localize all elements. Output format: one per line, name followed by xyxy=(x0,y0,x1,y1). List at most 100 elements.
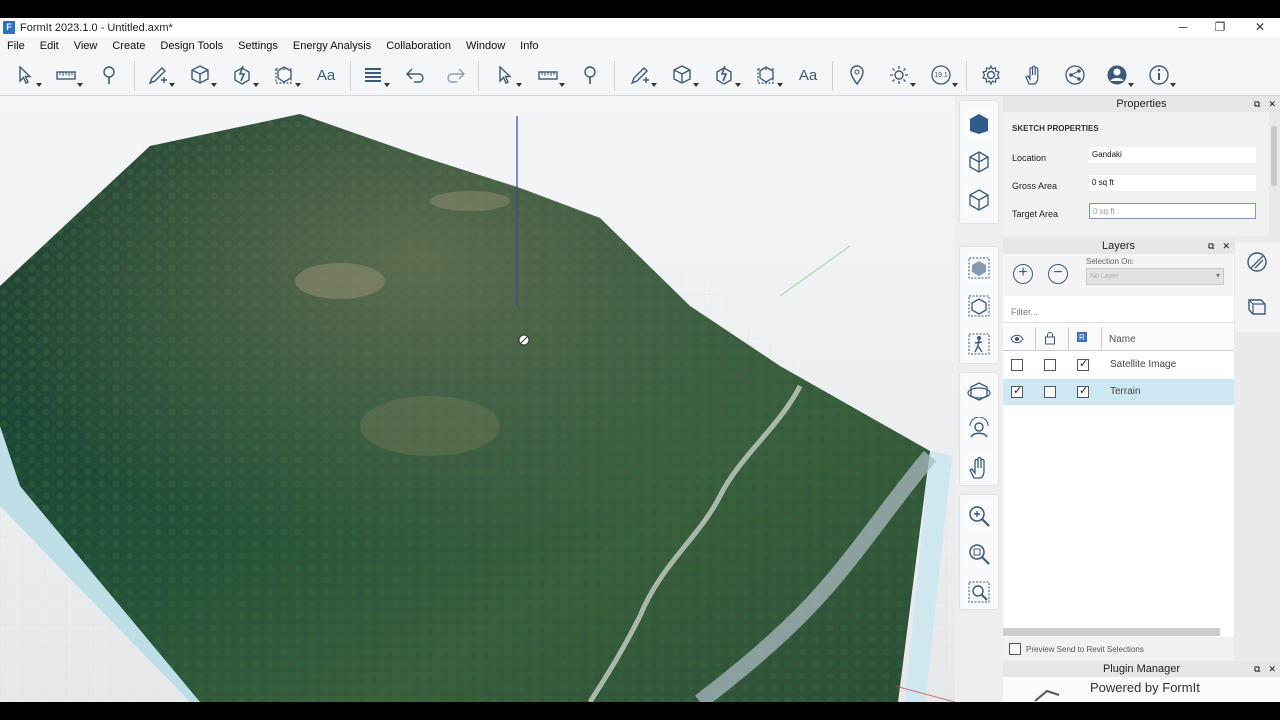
menu-window[interactable]: Window xyxy=(459,40,513,52)
select-tool-icon[interactable] xyxy=(12,63,42,87)
sketch-tool-icon[interactable] xyxy=(145,63,175,87)
preview-revit-checkbox[interactable] xyxy=(1009,643,1021,655)
hand-gesture-icon[interactable] xyxy=(1020,63,1046,87)
satellite-lock-checkbox[interactable] xyxy=(1044,359,1056,371)
selection-on-label: Selection On: xyxy=(1086,257,1135,266)
iso-view-icon[interactable] xyxy=(963,184,995,216)
properties-scrollbar[interactable] xyxy=(1271,126,1277,186)
layer-row-terrain[interactable]: Terrain xyxy=(1003,379,1234,405)
layers-horizontal-scrollbar[interactable] xyxy=(1003,628,1220,636)
measure-tool-2-icon[interactable] xyxy=(535,63,565,87)
info-icon[interactable] xyxy=(1146,63,1176,87)
push-pull-tool-icon[interactable] xyxy=(229,63,259,87)
satellite-revit-checkbox[interactable] xyxy=(1077,357,1089,371)
sketch-properties-heading: SKETCH PROPERTIES xyxy=(1012,124,1099,133)
settings-gear-icon[interactable] xyxy=(978,63,1004,87)
selection-layer-value: No Layer xyxy=(1090,273,1119,280)
zoom-in-icon[interactable] xyxy=(963,500,995,532)
layer-filter-input[interactable]: Filter... xyxy=(1003,297,1234,323)
properties-panel-header: Properties ⧉ ✕ xyxy=(1003,96,1280,112)
layers-tab-icon[interactable] xyxy=(1245,294,1269,323)
front-view-icon[interactable] xyxy=(963,290,995,322)
terrain-revit-checkbox[interactable] xyxy=(1077,384,1089,398)
walk-mode-icon[interactable] xyxy=(963,328,995,360)
location-pin-icon[interactable] xyxy=(844,63,870,87)
layers-close-icon[interactable]: ✕ xyxy=(1222,241,1230,251)
properties-undock-icon[interactable]: ⧉ xyxy=(1254,99,1260,109)
perspective-view-icon[interactable] xyxy=(963,108,995,140)
terrain-scene xyxy=(0,114,955,702)
terrain-lock-checkbox[interactable] xyxy=(1044,386,1056,398)
menu-view[interactable]: View xyxy=(67,40,106,52)
menu-collaboration[interactable]: Collaboration xyxy=(379,40,459,52)
look-around-icon[interactable] xyxy=(963,414,995,446)
menu-info[interactable]: Info xyxy=(513,40,546,52)
plugin-undock-icon[interactable]: ⧉ xyxy=(1254,664,1260,674)
top-view-icon[interactable] xyxy=(963,252,995,284)
gross-area-label: Gross Area xyxy=(1012,181,1058,191)
layers-table-header: R Name xyxy=(1003,327,1234,351)
plugin-close-icon[interactable]: ✕ xyxy=(1268,664,1276,674)
remove-layer-button[interactable]: − xyxy=(1048,264,1068,284)
properties-panel: SKETCH PROPERTIES Location Gandaki Gross… xyxy=(1003,112,1269,236)
undo-icon[interactable] xyxy=(402,63,428,87)
sun-shadows-icon[interactable] xyxy=(886,63,916,87)
layer-name: Satellite Image xyxy=(1110,359,1177,370)
paint-tool-icon[interactable] xyxy=(96,63,122,87)
share-network-icon[interactable] xyxy=(1062,63,1088,87)
menu-energy-analysis[interactable]: Energy Analysis xyxy=(286,40,379,52)
text-tool-2-icon[interactable]: Aa xyxy=(795,63,821,87)
visibility-eye-icon xyxy=(1010,332,1024,350)
paint-tool-2-icon[interactable] xyxy=(577,63,603,87)
terrain-visible-checkbox[interactable] xyxy=(1011,384,1023,398)
cube-tool-2-icon[interactable] xyxy=(669,63,699,87)
group-tool-icon[interactable] xyxy=(271,63,301,87)
properties-title: Properties xyxy=(1116,98,1167,110)
main-toolbar: Aa Aa 19.1 xyxy=(0,55,1280,96)
satellite-visible-checkbox[interactable] xyxy=(1011,359,1023,371)
view-tool-strip xyxy=(955,96,1003,702)
zoom-selection-icon[interactable] xyxy=(963,576,995,608)
location-value[interactable]: Gandaki xyxy=(1089,147,1256,163)
text-tool-icon[interactable]: Aa xyxy=(313,63,339,87)
zoom-extents-icon[interactable] xyxy=(963,538,995,570)
sketch-tool-2-icon[interactable] xyxy=(627,63,657,87)
menu-settings[interactable]: Settings xyxy=(231,40,286,52)
layer-row-satellite-image[interactable]: Satellite Image xyxy=(1003,352,1234,378)
3d-viewport[interactable] xyxy=(0,96,955,702)
push-pull-tool-2-icon[interactable] xyxy=(711,63,741,87)
pan-hand-icon[interactable] xyxy=(963,452,995,484)
measure-tool-icon[interactable] xyxy=(53,63,83,87)
menu-create[interactable]: Create xyxy=(105,40,153,52)
add-layer-button[interactable]: + xyxy=(1013,264,1033,284)
plugin-manager-title: Plugin Manager xyxy=(1102,663,1181,675)
layers-panel: + − Selection On: No Layer ▾ Filter... R xyxy=(1003,254,1234,644)
minimize-button[interactable]: ─ xyxy=(1163,18,1203,37)
preview-revit-row: Preview Send to Revit Selections xyxy=(1003,637,1234,661)
maximize-button[interactable]: ❐ xyxy=(1200,18,1240,37)
plugin-manager-header: Plugin Manager ⧉ ✕ xyxy=(1003,661,1280,677)
orbit-icon[interactable] xyxy=(963,376,995,408)
menu-design-tools[interactable]: Design Tools xyxy=(153,40,231,52)
gross-area-value: 0 sq ft xyxy=(1089,175,1256,191)
select-tool-2-icon[interactable] xyxy=(492,63,522,87)
menu-file[interactable]: File xyxy=(0,40,33,52)
redo-icon[interactable] xyxy=(443,63,469,87)
lock-icon xyxy=(1044,331,1056,350)
group-tool-2-icon[interactable] xyxy=(753,63,783,87)
plugin-manager-panel: Powered by FormIt xyxy=(1003,677,1280,702)
close-button[interactable]: ✕ xyxy=(1240,18,1280,37)
materials-tab-icon[interactable] xyxy=(1245,250,1269,279)
selection-layer-dropdown[interactable]: No Layer ▾ xyxy=(1086,268,1224,285)
chevron-down-icon: ▾ xyxy=(1215,271,1220,280)
menu-edit[interactable]: Edit xyxy=(33,40,67,52)
layers-list-icon[interactable] xyxy=(360,63,390,87)
layers-undock-icon[interactable]: ⧉ xyxy=(1208,241,1214,251)
menu-bar: File Edit View Create Design Tools Setti… xyxy=(0,37,1280,55)
properties-close-icon[interactable]: ✕ xyxy=(1268,99,1276,109)
target-area-input[interactable]: 0 sq ft xyxy=(1089,203,1256,219)
cube-tool-icon[interactable] xyxy=(187,63,217,87)
orthographic-view-icon[interactable] xyxy=(963,146,995,178)
user-account-icon[interactable] xyxy=(1104,63,1134,87)
scale-icon[interactable]: 19.1 xyxy=(928,63,958,87)
